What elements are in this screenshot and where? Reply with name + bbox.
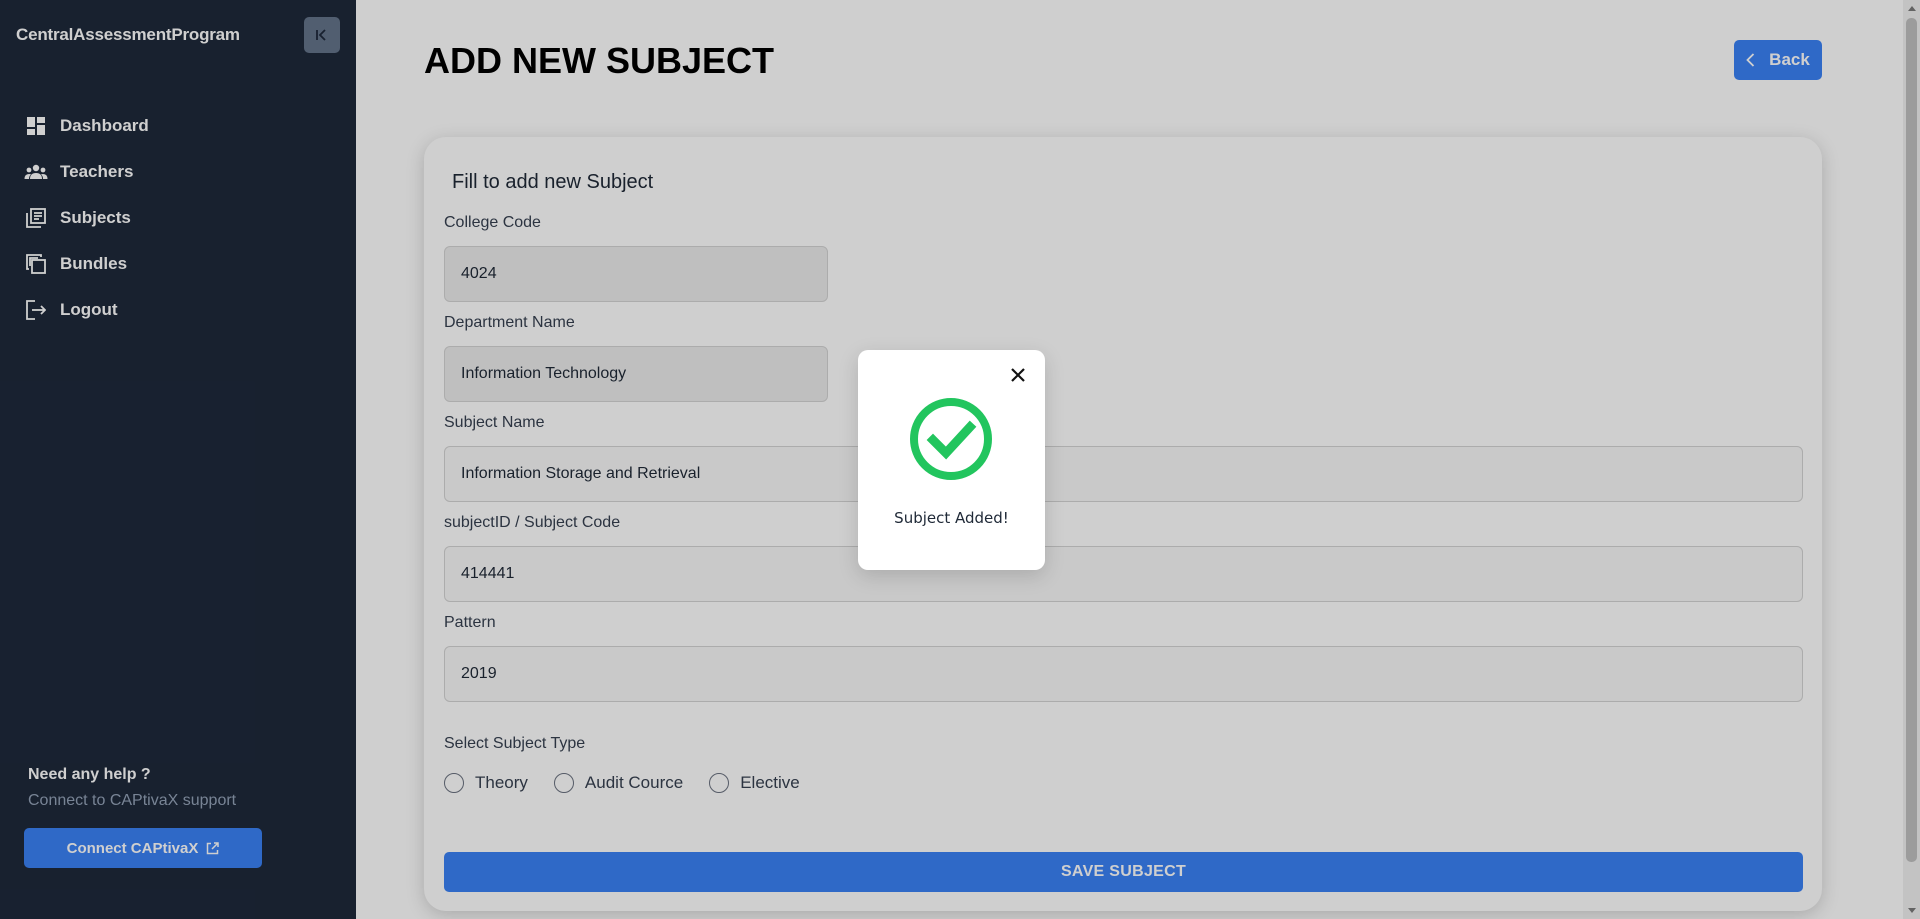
success-message: Subject Added! [894, 509, 1009, 527]
check-circle-icon [909, 397, 993, 481]
close-icon[interactable] [1006, 363, 1030, 387]
success-dialog: Subject Added! [858, 350, 1045, 570]
